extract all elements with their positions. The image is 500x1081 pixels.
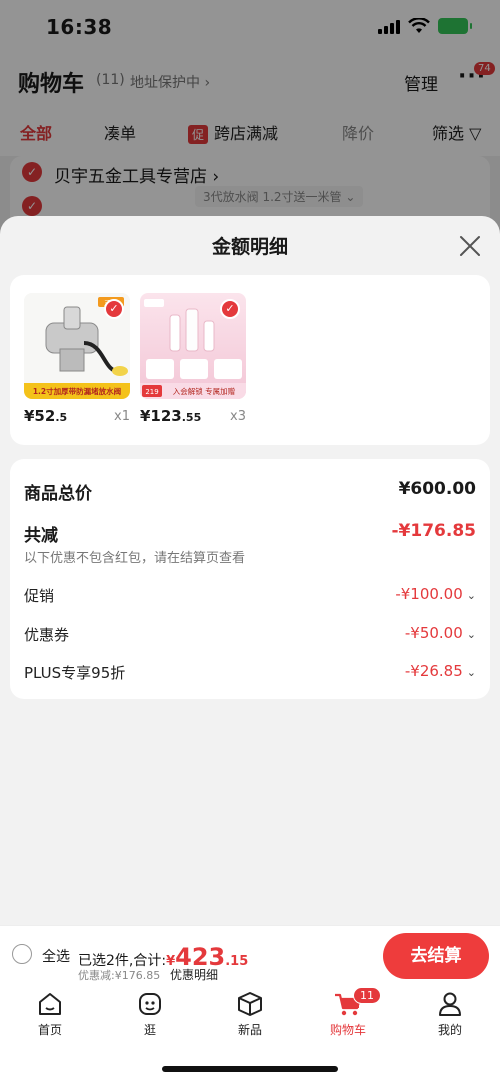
plus-label: PLUS专享95折 [24,664,126,682]
home-icon [39,993,61,1015]
product-badge-text: 219 [145,388,158,396]
checkout-button[interactable]: 去结算 [383,933,489,979]
plus-value: -¥26.85 ⌄ [405,662,476,680]
chevron-down-icon: ⌄ [466,666,476,679]
coupon-value-text: -¥50.00 [404,624,463,642]
chevron-down-icon: ⌄ [466,628,476,641]
promo-value-text: -¥100.00 [395,585,463,603]
product-price-main: ¥52 [24,407,56,425]
product-qty: x3 [230,409,246,424]
coupon-label: 优惠券 [24,626,70,644]
product-price-decimal: .5 [55,411,68,424]
total-decimal: .15 [225,954,249,969]
total-value: ¥600.00 [398,479,476,499]
tab-home-label: 首页 [37,1023,62,1037]
tab-cart-label: 购物车 [329,1023,366,1037]
home-indicator [162,1066,338,1072]
tab-new[interactable]: 新品 [215,989,285,1038]
product-check-icon: ✓ [220,299,240,319]
product-item[interactable]: 三代 1.2寸加厚带防漏堵放水阀 ✓ ¥52.5 x1 [24,293,130,425]
box-icon [238,992,262,1016]
tab-new-label: 新品 [237,1023,262,1037]
total-label: 商品总价 [24,484,92,504]
chevron-down-icon: ⌄ [466,589,476,602]
product-item[interactable]: 219 入会解锁 专属加赠 ✓ ¥123.55 x3 [140,293,246,425]
product-price-main: ¥123 [140,407,182,425]
product-caption: 入会解锁 专属加赠 [173,386,235,396]
product-check-icon: ✓ [104,299,124,319]
product-price: ¥52.5 [24,407,67,425]
product-price-decimal: .55 [181,411,202,424]
promo-value: -¥100.00 ⌄ [395,585,476,603]
promo-label: 促销 [24,587,55,605]
tab-explore[interactable]: 逛 [115,989,185,1038]
plus-value-text: -¥26.85 [404,662,463,680]
selected-products-card: 三代 1.2寸加厚带防漏堵放水阀 ✓ ¥52.5 x1 [10,275,490,445]
tab-mine-label: 我的 [437,1023,462,1037]
coupon-value: -¥50.00 ⌄ [405,624,476,642]
reduce-value: -¥176.85 [391,521,477,541]
cart-badge: 11 [353,987,381,1004]
tab-mine[interactable]: 我的 [415,989,485,1038]
sheet-title: 金额明细 [211,236,288,258]
tab-cart[interactable]: 11 购物车 [313,987,383,1038]
product-thumbnail: 三代 1.2寸加厚带防漏堵放水阀 ✓ [24,293,130,399]
checkout-bar: 全选 已选2件,合计:¥423.15 优惠减:¥176.85 优惠明细 去结算 [0,925,500,985]
discount-detail-link[interactable]: 优惠明细 [170,966,218,983]
product-thumbnail: 219 入会解锁 专属加赠 ✓ [140,293,246,399]
discount-note: 以下优惠不包含红包，请在结算页查看 [24,551,246,566]
price-summary-card: 商品总价 ¥600.00 共减 -¥176.85 以下优惠不包含红包，请在结算页… [10,459,490,699]
discount-amount: 优惠减:¥176.85 [78,969,161,982]
select-all-radio[interactable] [12,944,32,964]
product-price: ¥123.55 [140,407,201,425]
reduce-label: 共减 [24,526,58,546]
face-icon [139,993,161,1015]
close-icon[interactable] [456,232,484,260]
person-icon [439,992,461,1016]
product-qty: x1 [114,409,130,424]
product-caption: 1.2寸加厚带防漏堵放水阀 [33,386,121,396]
tab-explore-label: 逛 [143,1023,156,1037]
select-all-label[interactable]: 全选 [42,946,70,966]
tab-home[interactable]: 首页 [15,989,85,1038]
